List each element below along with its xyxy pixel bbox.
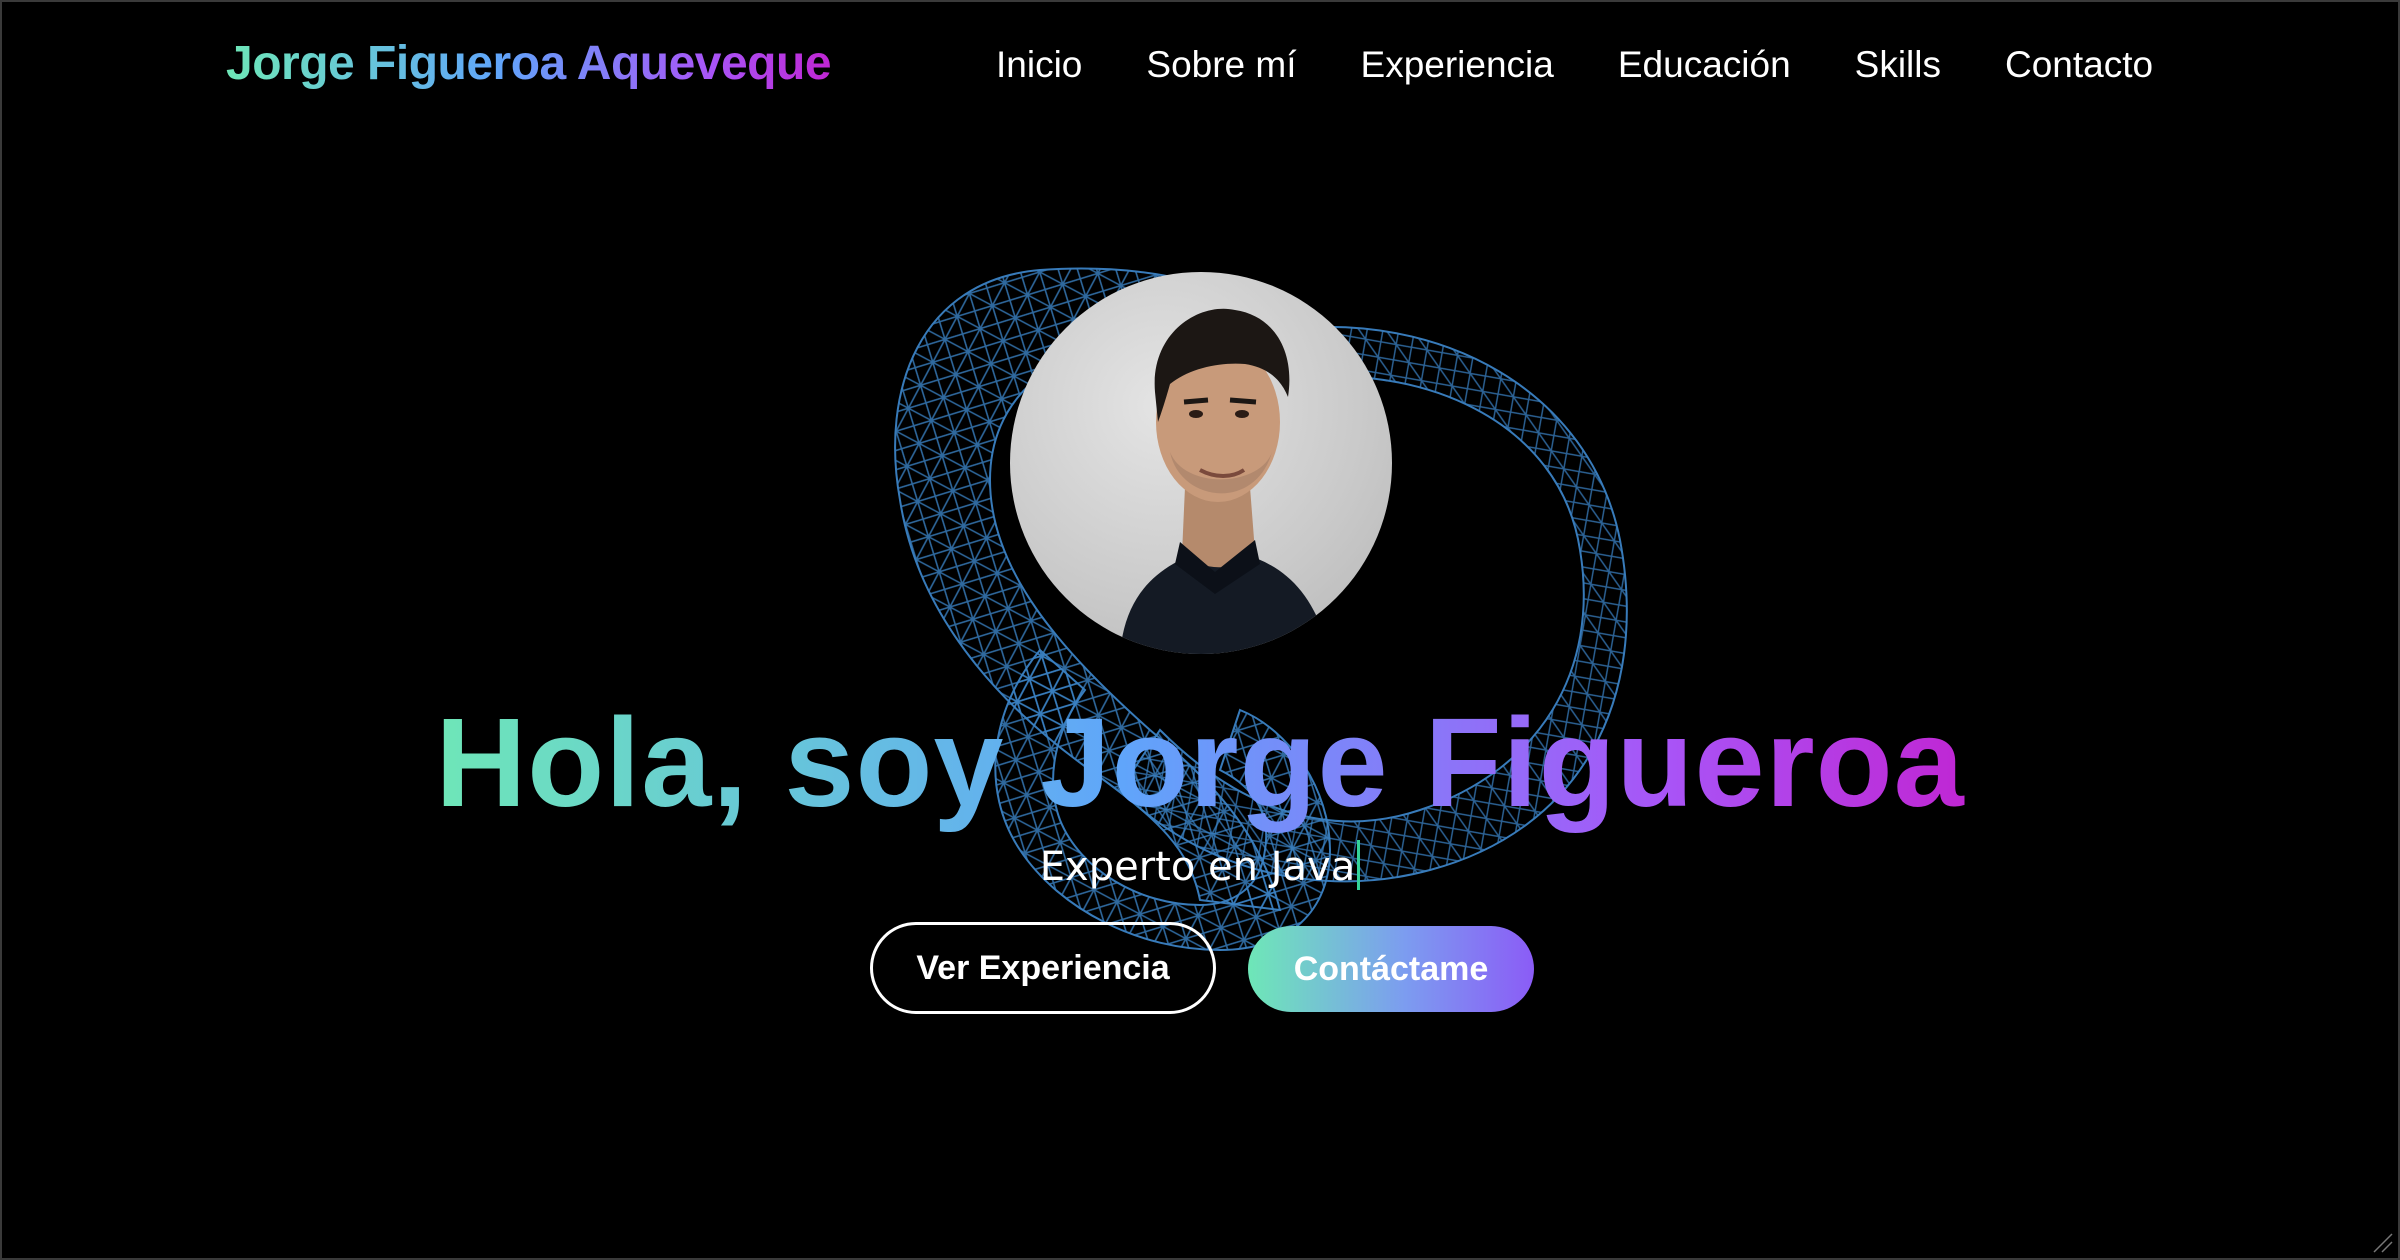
nav-item-inicio[interactable]: Inicio [996, 44, 1082, 86]
person-avatar-icon [1120, 308, 1330, 654]
profile-photo [1010, 272, 1392, 654]
typing-caret [1357, 840, 1361, 890]
hero-subtitle-text: Experto en Java [1039, 844, 1356, 890]
nav-item-sobre-mi[interactable]: Sobre mí [1146, 44, 1296, 86]
nav-item-educacion[interactable]: Educación [1618, 44, 1791, 86]
hero-headline: Hola, soy Jorge Figueroa [0, 690, 2400, 835]
contact-me-button[interactable]: Contáctame [1248, 926, 1534, 1012]
nav-item-skills[interactable]: Skills [1855, 44, 1941, 86]
site-brand[interactable]: Jorge Figueroa Aqueveque [226, 36, 832, 91]
hero-subtitle: Experto en Java [0, 840, 2400, 890]
view-experience-button[interactable]: Ver Experiencia [870, 922, 1216, 1014]
main-nav: Inicio Sobre mí Experiencia Educación Sk… [996, 44, 2153, 86]
nav-item-experiencia[interactable]: Experiencia [1361, 44, 1554, 86]
nav-item-contacto[interactable]: Contacto [2005, 44, 2153, 86]
resize-handle-icon [2373, 1233, 2393, 1253]
hero-headline-text: Hola, soy Jorge Figueroa [431, 690, 1968, 835]
